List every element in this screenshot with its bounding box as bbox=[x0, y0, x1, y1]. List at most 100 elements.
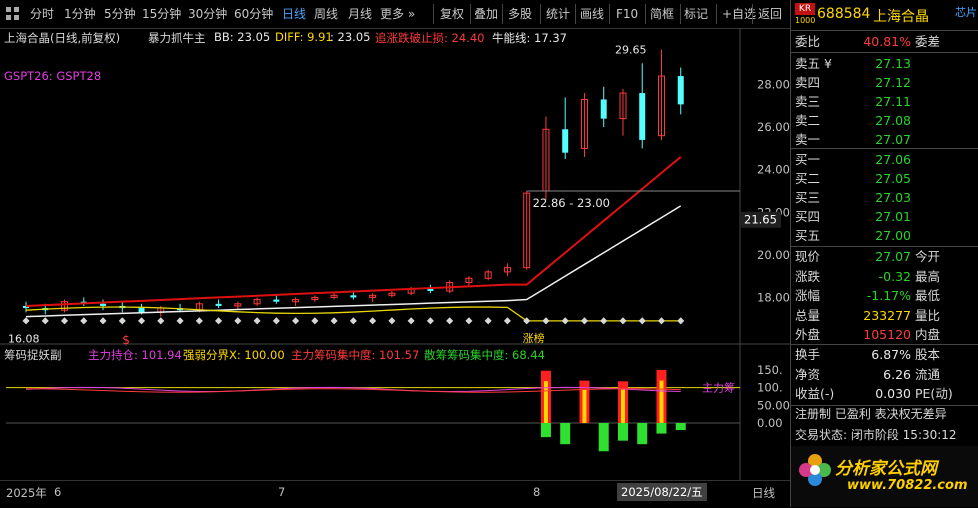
toolbar-item-14[interactable]: 画线 bbox=[580, 5, 604, 23]
brand-banner: 分析家公式网 www.70822.com bbox=[791, 446, 978, 507]
flower-logo-icon bbox=[797, 452, 833, 488]
trade-status: 交易状态: 闭市阶段 15:30:12 bbox=[791, 425, 978, 445]
sub-tick-1: 100. bbox=[757, 381, 783, 395]
toolbar-item-17[interactable]: 标记 bbox=[684, 5, 708, 23]
quote-1-label: 涨跌 bbox=[795, 268, 821, 284]
toolbar-item-0[interactable]: 分时 bbox=[30, 5, 54, 23]
ask-level-value: 27.08 bbox=[875, 113, 911, 128]
kline-chart-svg[interactable]: 28.0026.0024.0022.0020.0018.0021.6522.86… bbox=[0, 28, 790, 480]
diamond-marker bbox=[580, 317, 588, 325]
menu-grid-icon[interactable] bbox=[6, 7, 20, 21]
ask-level-value: 27.11 bbox=[875, 94, 911, 109]
candle-body-down bbox=[562, 129, 569, 153]
diamond-marker bbox=[138, 317, 146, 325]
bull-line-red bbox=[25, 156, 682, 307]
stat-1-row: 净资 6.26 流通 bbox=[791, 365, 978, 385]
stat-0-label: 换手 bbox=[795, 347, 821, 362]
toolbar-item-11[interactable]: 叠加 bbox=[474, 5, 498, 23]
listing-info-text: 注册制 已盈利 表决权无差异 bbox=[795, 407, 947, 421]
bid-level-value: 27.05 bbox=[875, 171, 911, 186]
candle-body-down bbox=[138, 308, 145, 313]
quote-1-value: -0.32 bbox=[878, 268, 911, 284]
toolbar-item-10[interactable]: 复权 bbox=[440, 5, 464, 23]
strong-weak-value: 强弱分界X: 100.00 bbox=[183, 348, 285, 362]
candle-body-down bbox=[677, 76, 684, 105]
stat-2-label: 收益(-) bbox=[795, 386, 835, 401]
time-axis: 2025年 6 7 8 2025/08/22/五 日线 bbox=[0, 480, 790, 508]
quote-2-value: -1.17% bbox=[866, 288, 911, 303]
toolbar-item-7[interactable]: 周线 bbox=[314, 5, 338, 23]
candle-body-down bbox=[427, 288, 434, 292]
quote-4-value: 105120 bbox=[863, 327, 911, 342]
diamond-marker bbox=[388, 317, 396, 325]
diamond-marker bbox=[369, 317, 377, 325]
quote-3-right-label: 量比 bbox=[915, 307, 941, 323]
diamond-marker bbox=[600, 317, 608, 325]
candle-body-down bbox=[639, 93, 646, 140]
toolbar-item-8[interactable]: 月线 bbox=[348, 5, 372, 23]
toolbar-item-2[interactable]: 5分钟 bbox=[104, 5, 136, 23]
toolbar-separator bbox=[502, 4, 503, 24]
ask-level-row: 卖四 27.12 bbox=[791, 73, 978, 93]
stat-2-right-label: PE(动) bbox=[915, 386, 953, 401]
toolbar-separator bbox=[645, 4, 646, 24]
kline-chart-area[interactable]: 28.0026.0024.0022.0020.0018.0021.6522.86… bbox=[0, 28, 790, 480]
ask-level-value: 27.13 bbox=[875, 56, 911, 71]
sector-tag[interactable]: 芯片 bbox=[955, 4, 977, 20]
toolbar-item-16[interactable]: 简框 bbox=[650, 5, 674, 23]
diamond-marker bbox=[60, 317, 69, 325]
quote-1-right-label: 最高 bbox=[915, 268, 941, 284]
zt-label: 涨榜 bbox=[523, 331, 545, 345]
diamond-marker bbox=[561, 317, 569, 325]
ask-level-row: 卖一 27.07 bbox=[791, 130, 978, 150]
diamond-marker bbox=[311, 317, 319, 325]
stat-2-row: 收益(-) 0.030 PE(动) bbox=[791, 384, 978, 404]
stat-2-value: 0.030 bbox=[875, 386, 911, 401]
quote-3-row: 总量 233277 量比 bbox=[791, 306, 978, 326]
time-label-jun: 6 bbox=[54, 485, 62, 499]
low-label: 16.08 bbox=[8, 332, 40, 345]
toolbar-separator bbox=[680, 4, 681, 24]
toolbar-item-15[interactable]: F10 bbox=[616, 5, 638, 23]
toolbar-item-5[interactable]: 60分钟 bbox=[234, 5, 273, 23]
range-label: 22.86 - 23.00 bbox=[533, 196, 610, 210]
stat-0-right-label: 股本 bbox=[915, 347, 941, 362]
candle-body-down bbox=[273, 299, 280, 302]
bid-level-label: 买四 bbox=[795, 209, 821, 224]
quote-4-right-label: 内盘 bbox=[915, 327, 941, 342]
diamond-marker bbox=[195, 317, 203, 325]
brand-name: 分析家公式网 bbox=[835, 459, 937, 479]
toolbar-item-19[interactable]: 返回 bbox=[758, 5, 782, 23]
diamond-marker bbox=[349, 317, 357, 325]
toolbar-item-18[interactable]: +自选 bbox=[722, 5, 756, 23]
diamond-marker bbox=[542, 317, 550, 325]
divider bbox=[791, 30, 978, 31]
weicha-label: 委差 bbox=[915, 34, 941, 49]
trade-status-text: 交易状态: 闭市阶段 15:30:12 bbox=[795, 428, 957, 442]
diff-value: DIFF: 9.91 bbox=[275, 30, 333, 44]
toolbar-item-9[interactable]: 更多 » bbox=[380, 5, 415, 23]
toolbar-item-13[interactable]: 统计 bbox=[546, 5, 570, 23]
sub-tick-3: 0.00 bbox=[757, 416, 783, 430]
badge-bottom: 1000 bbox=[795, 16, 816, 25]
ask-level-row: 卖二 27.08 bbox=[791, 111, 978, 131]
bid-level-row: 买四 27.01 bbox=[791, 207, 978, 227]
bid-level-row: 买三 27.03 bbox=[791, 188, 978, 208]
bid-level-label: 买一 bbox=[795, 152, 821, 167]
gspt-legend: GSPT26: GSPT28 bbox=[4, 69, 102, 83]
diamond-marker bbox=[638, 317, 646, 325]
toolbar-item-6[interactable]: 日线 bbox=[282, 5, 306, 23]
toolbar-item-3[interactable]: 15分钟 bbox=[142, 5, 181, 23]
toolbar-item-12[interactable]: 多股 bbox=[508, 5, 532, 23]
diamond-marker bbox=[99, 317, 107, 325]
ask-level-label: 卖五 ¥ bbox=[795, 56, 832, 71]
listing-info: 注册制 已盈利 表决权无差异 bbox=[791, 404, 978, 424]
toolbar-item-4[interactable]: 30分钟 bbox=[188, 5, 227, 23]
sub-tick-2: 50.00 bbox=[757, 398, 790, 412]
price-tick-5: 18.00 bbox=[757, 290, 790, 304]
diamond-marker bbox=[407, 317, 415, 325]
toolbar-item-1[interactable]: 1分钟 bbox=[64, 5, 96, 23]
stat-1-right-label: 流通 bbox=[915, 366, 941, 382]
stat-0-value: 6.87% bbox=[871, 347, 911, 362]
candle-body-down bbox=[600, 99, 607, 119]
